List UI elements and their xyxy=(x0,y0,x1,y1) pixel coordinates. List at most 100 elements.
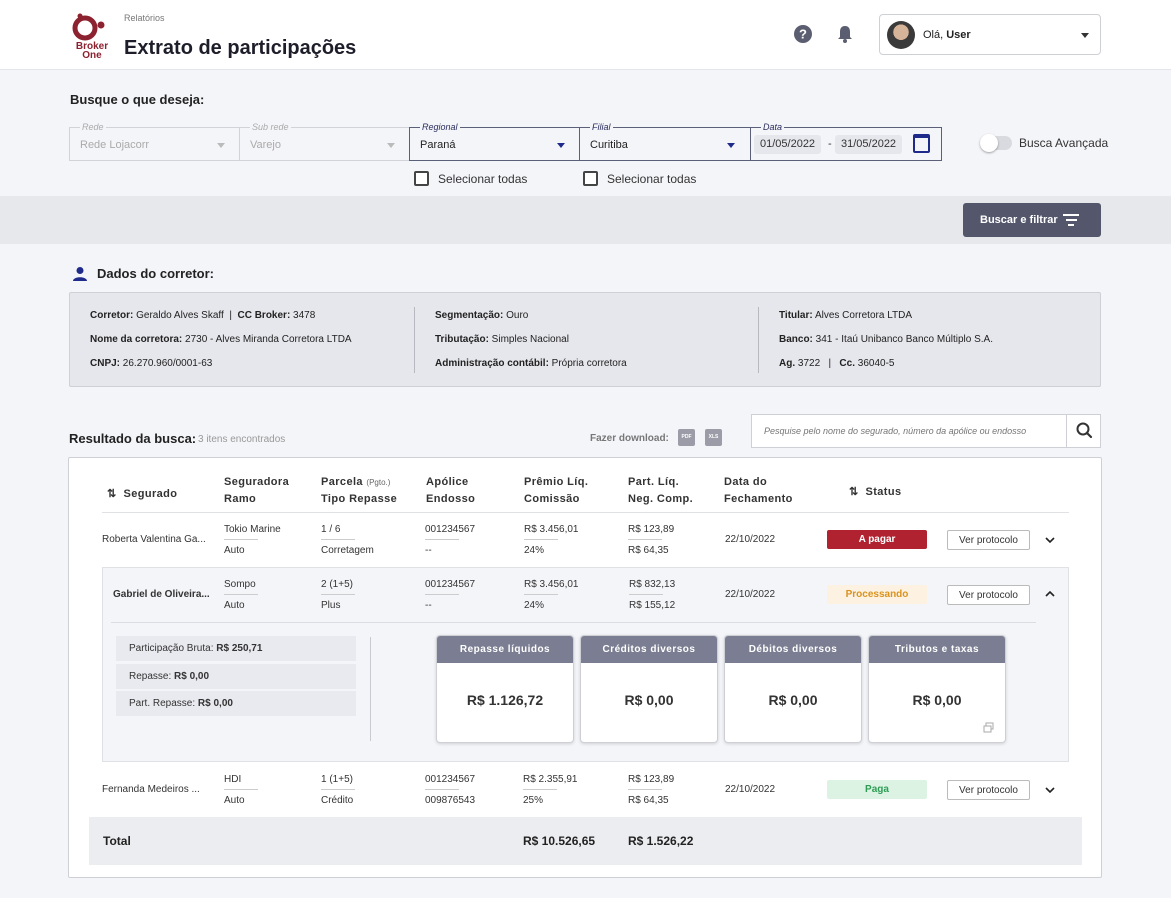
sort-icon[interactable]: ⇅ xyxy=(849,484,862,501)
date-start[interactable]: 01/05/2022 xyxy=(754,135,822,154)
view-protocol-button[interactable]: Ver protocolo xyxy=(947,585,1030,605)
cell-premio: R$ 2.355,91 xyxy=(523,774,578,790)
cell-data: 22/10/2022 xyxy=(725,534,776,545)
breadcrumb[interactable]: Relatórios xyxy=(124,13,165,23)
cell-apolice: 001234567 xyxy=(425,579,475,595)
cell-tipo: Corretagem xyxy=(321,545,374,556)
col-header-apolice: Apólice Endosso xyxy=(426,476,476,505)
chevron-down-icon xyxy=(1081,33,1089,38)
total-label: Total xyxy=(103,834,131,848)
sort-icon[interactable]: ⇅ xyxy=(107,486,120,503)
col-header-premio: Prêmio Líq. Comissão xyxy=(524,476,589,505)
chevron-up-icon[interactable] xyxy=(1045,589,1055,599)
caret-down-icon xyxy=(727,143,735,148)
select-all-filial-checkbox[interactable] xyxy=(583,171,598,186)
cell-comissao: 24% xyxy=(524,545,545,556)
view-protocol-button[interactable]: Ver protocolo xyxy=(947,530,1030,550)
cell-segurado: Gabriel de Oliveira... xyxy=(113,589,210,600)
divider xyxy=(111,622,1036,623)
calendar-icon[interactable] xyxy=(913,134,930,153)
top-header: Broker One Relatórios Extrato de partici… xyxy=(0,0,1171,70)
divider xyxy=(370,637,371,741)
kpi-value: R$ 0,00 xyxy=(624,692,674,708)
kpi-title: Tributos e taxas xyxy=(869,636,1005,663)
status-badge: Processando xyxy=(827,585,927,604)
xls-download-icon[interactable]: XLS xyxy=(705,429,722,446)
filial-value: Curitiba xyxy=(590,139,628,151)
cell-apolice: 001234567 xyxy=(425,524,475,540)
status-badge: Paga xyxy=(827,780,927,799)
broker-line: Titular: Alves Corretora LTDA xyxy=(779,310,913,321)
cell-comissao: 24% xyxy=(524,600,545,611)
broker-line: Nome da corretora: 2730 - Alves Miranda … xyxy=(90,334,352,345)
subrede-label: Sub rede xyxy=(250,122,291,132)
cell-segurado: Fernanda Medeiros ... xyxy=(102,784,200,795)
kpi-value: R$ 0,00 xyxy=(768,692,818,708)
rede-select[interactable]: Rede Rede Lojacorr xyxy=(69,122,240,161)
status-badge: A pagar xyxy=(827,530,927,549)
cell-neg: R$ 155,12 xyxy=(629,600,676,611)
download-label: Fazer download: xyxy=(590,433,669,444)
pdf-download-icon[interactable]: PDF xyxy=(678,429,695,446)
chevron-down-icon[interactable] xyxy=(1045,535,1055,545)
cell-parcela: 1 / 6 xyxy=(321,524,355,540)
caret-down-icon xyxy=(217,143,225,148)
broker-line: Corretor: Geraldo Alves Skaff | CC Broke… xyxy=(90,310,316,321)
col-header-parcela: Parcela (Pgto.) Tipo Repasse xyxy=(321,476,398,505)
subrede-select[interactable]: Sub rede Varejo xyxy=(239,122,410,161)
copy-icon[interactable] xyxy=(983,722,994,733)
chevron-down-icon[interactable] xyxy=(1045,785,1055,795)
cell-seguradora: HDI xyxy=(224,774,258,790)
kpi-card-repasse: Repasse líquidos R$ 1.126,72 xyxy=(436,635,574,743)
broker-line: CNPJ: 26.270.960/0001-63 xyxy=(90,358,213,369)
cell-ramo: Auto xyxy=(224,795,245,806)
cell-seguradora: Tokio Marine xyxy=(224,524,281,540)
bell-icon[interactable] xyxy=(835,24,855,44)
cell-neg: R$ 64,35 xyxy=(628,545,669,556)
date-separator: - xyxy=(828,138,832,150)
view-protocol-button[interactable]: Ver protocolo xyxy=(947,780,1030,800)
results-count: 3 itens encontrados xyxy=(198,434,286,445)
regional-label: Regional xyxy=(420,122,460,132)
user-name: User xyxy=(946,29,971,41)
results-search-box xyxy=(751,414,1101,448)
advanced-search-toggle[interactable] xyxy=(980,134,1012,152)
cell-part: R$ 123,89 xyxy=(628,524,674,540)
results-table: ⇅ Segurado Seguradora Ramo Parcela (Pgto.… xyxy=(68,457,1102,878)
results-search-input[interactable] xyxy=(752,415,1066,447)
kpi-card-tributos: Tributos e taxas R$ 0,00 xyxy=(868,635,1006,743)
regional-select[interactable]: Regional Paraná xyxy=(409,122,580,161)
divider xyxy=(414,307,415,373)
svg-text:?: ? xyxy=(799,27,807,42)
select-all-filial-label: Selecionar todas xyxy=(607,172,697,186)
cell-data: 22/10/2022 xyxy=(725,589,776,600)
col-header-segurado[interactable]: ⇅ Segurado xyxy=(107,486,177,503)
kpi-card-creditos: Créditos diversos R$ 0,00 xyxy=(580,635,718,743)
date-end[interactable]: 31/05/2022 xyxy=(835,135,903,154)
cell-endosso: 009876543 xyxy=(425,795,476,806)
kpi-value: R$ 0,00 xyxy=(912,692,962,708)
select-all-regional-checkbox[interactable] xyxy=(414,171,429,186)
total-premio: R$ 10.526,65 xyxy=(523,834,596,848)
date-label: Data xyxy=(761,122,785,132)
cell-part: R$ 832,13 xyxy=(629,579,675,595)
cell-ramo: Auto xyxy=(224,600,245,611)
filial-select[interactable]: Filial Curitiba xyxy=(579,122,751,161)
search-icon xyxy=(1076,422,1093,439)
cell-tipo: Crédito xyxy=(321,795,354,806)
date-range-field[interactable]: Data 01/05/2022 - 31/05/2022 xyxy=(750,122,942,161)
search-button[interactable] xyxy=(1066,415,1100,447)
col-header-data: Data do Fechamento xyxy=(724,476,793,505)
cell-premio: R$ 3.456,01 xyxy=(524,524,579,540)
select-all-regional-label: Selecionar todas xyxy=(438,172,528,186)
cell-endosso: -- xyxy=(425,600,432,611)
caret-down-icon xyxy=(557,143,565,148)
search-title: Busque o que deseja: xyxy=(70,92,205,107)
broker-line: Banco: 341 - Itaú Unibanco Banco Múltipl… xyxy=(779,334,994,345)
broker-one-logo[interactable]: Broker One xyxy=(70,12,114,61)
divider xyxy=(758,307,759,373)
user-menu[interactable]: Olá, User xyxy=(879,14,1101,55)
col-header-status[interactable]: ⇅ Status xyxy=(849,484,902,501)
help-icon[interactable]: ? xyxy=(793,24,813,44)
search-filter-button[interactable]: Buscar e filtrar xyxy=(963,203,1101,237)
